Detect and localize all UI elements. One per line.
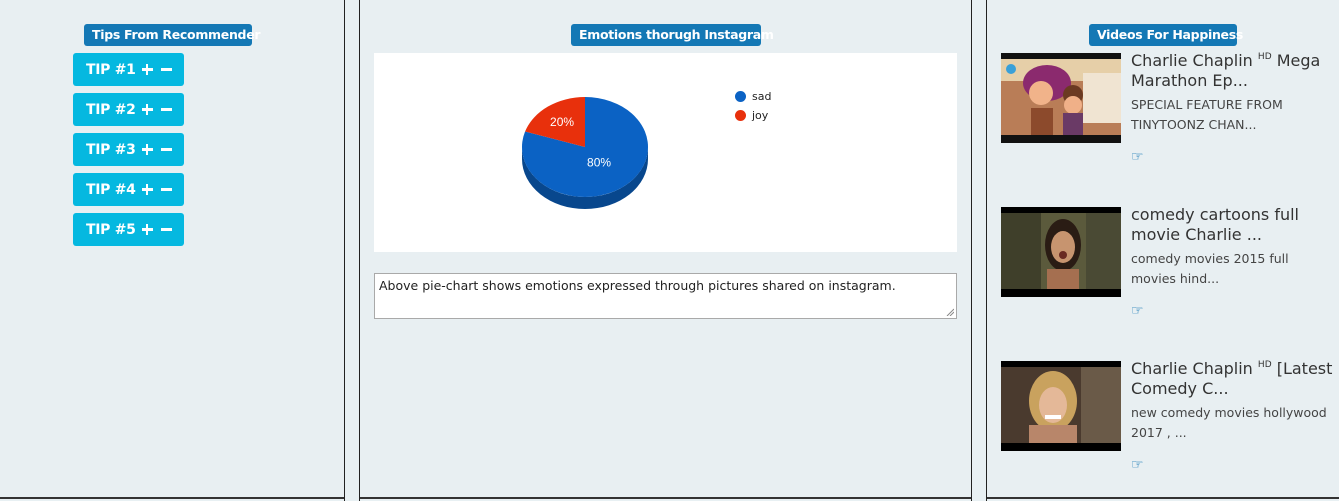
plus-icon[interactable]	[141, 184, 153, 195]
pie-label-joy: 20%	[550, 115, 574, 129]
chart-caption-textarea[interactable]: Above pie-chart shows emotions expressed…	[374, 273, 957, 319]
legend-item-sad[interactable]: sad	[735, 90, 771, 103]
resize-grip-icon[interactable]	[946, 308, 954, 316]
right-panel-divider	[986, 0, 987, 501]
hand-pointer-icon[interactable]: ☞	[1131, 303, 1144, 319]
videos-heading: Videos For Happiness	[1089, 24, 1243, 46]
tip-label: TIP #5	[86, 221, 136, 238]
tip-button-1[interactable]: TIP #1	[73, 53, 184, 86]
chart-caption-text: Above pie-chart shows emotions expressed…	[379, 278, 896, 293]
hd-badge: HD	[1257, 52, 1272, 62]
video-description: SPECIAL FEATURE FROM TINYTOONZ CHAN...	[1131, 97, 1283, 132]
video-title-text: Charlie Chaplin	[1131, 359, 1253, 378]
minus-icon[interactable]	[160, 148, 172, 151]
tip-label: TIP #4	[86, 181, 136, 198]
video-description: new comedy movies hollywood 2017 , ...	[1131, 405, 1327, 440]
pie-chart-container: 80% 20% sad joy	[374, 53, 957, 252]
video-title[interactable]: comedy cartoons full movie Charlie ...	[1131, 205, 1336, 245]
left-panel-divider	[344, 0, 345, 501]
video-thumbnail[interactable]	[1001, 207, 1121, 297]
pie-chart: 80% 20%	[522, 97, 648, 209]
minus-icon[interactable]	[160, 68, 172, 71]
video-title-text: comedy cartoons full movie Charlie ...	[1131, 205, 1299, 244]
minus-icon[interactable]	[160, 108, 172, 111]
emotions-heading: Emotions thorugh Instagram	[571, 24, 774, 46]
legend-dot-sad	[735, 91, 746, 102]
center-panel-left-divider	[359, 0, 360, 501]
plus-icon[interactable]	[141, 224, 153, 235]
tip-button-5[interactable]: TIP #5	[73, 213, 184, 246]
hd-badge: HD	[1257, 360, 1272, 370]
plus-icon[interactable]	[141, 64, 153, 75]
tip-label: TIP #2	[86, 101, 136, 118]
plus-icon[interactable]	[141, 104, 153, 115]
center-panel-right-divider	[971, 0, 972, 501]
legend-item-joy[interactable]: joy	[735, 109, 768, 122]
video-thumbnail[interactable]	[1001, 361, 1121, 451]
tip-label: TIP #1	[86, 61, 136, 78]
hand-pointer-icon[interactable]: ☞	[1131, 457, 1144, 473]
video-title[interactable]: Charlie Chaplin HD [Latest Comedy C...	[1131, 359, 1336, 399]
legend-label-joy: joy	[752, 109, 769, 122]
hand-pointer-icon[interactable]: ☞	[1131, 149, 1144, 165]
tip-button-2[interactable]: TIP #2	[73, 93, 184, 126]
video-title[interactable]: Charlie Chaplin HD Mega Marathon Ep...	[1131, 51, 1336, 91]
legend-label-sad: sad	[752, 90, 772, 103]
pie-label-sad: 80%	[587, 155, 611, 169]
minus-icon[interactable]	[160, 188, 172, 191]
legend-dot-joy	[735, 110, 746, 121]
minus-icon[interactable]	[160, 228, 172, 231]
tip-button-4[interactable]: TIP #4	[73, 173, 184, 206]
tips-heading: Tips From Recommender	[84, 24, 261, 46]
video-title-text: Charlie Chaplin	[1131, 51, 1253, 70]
plus-icon[interactable]	[141, 144, 153, 155]
tip-button-3[interactable]: TIP #3	[73, 133, 184, 166]
tip-label: TIP #3	[86, 141, 136, 158]
video-description: comedy movies 2015 full movies hind...	[1131, 251, 1289, 286]
video-thumbnail[interactable]	[1001, 53, 1121, 143]
